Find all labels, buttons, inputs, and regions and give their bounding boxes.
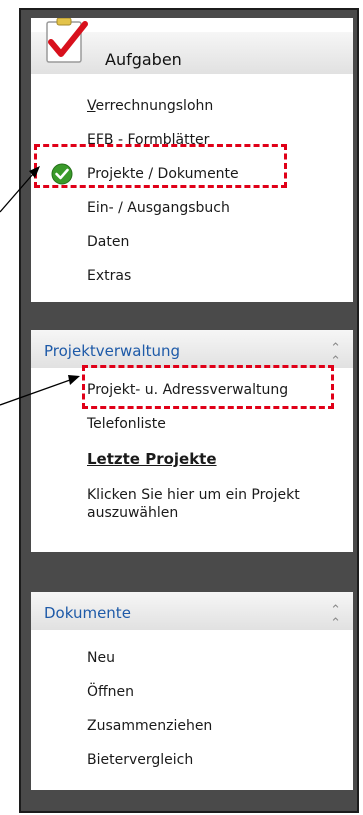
arrow-head xyxy=(68,375,80,385)
arrow-line xyxy=(0,173,34,213)
callout-arrows xyxy=(0,166,80,406)
arrow-line xyxy=(0,379,71,406)
